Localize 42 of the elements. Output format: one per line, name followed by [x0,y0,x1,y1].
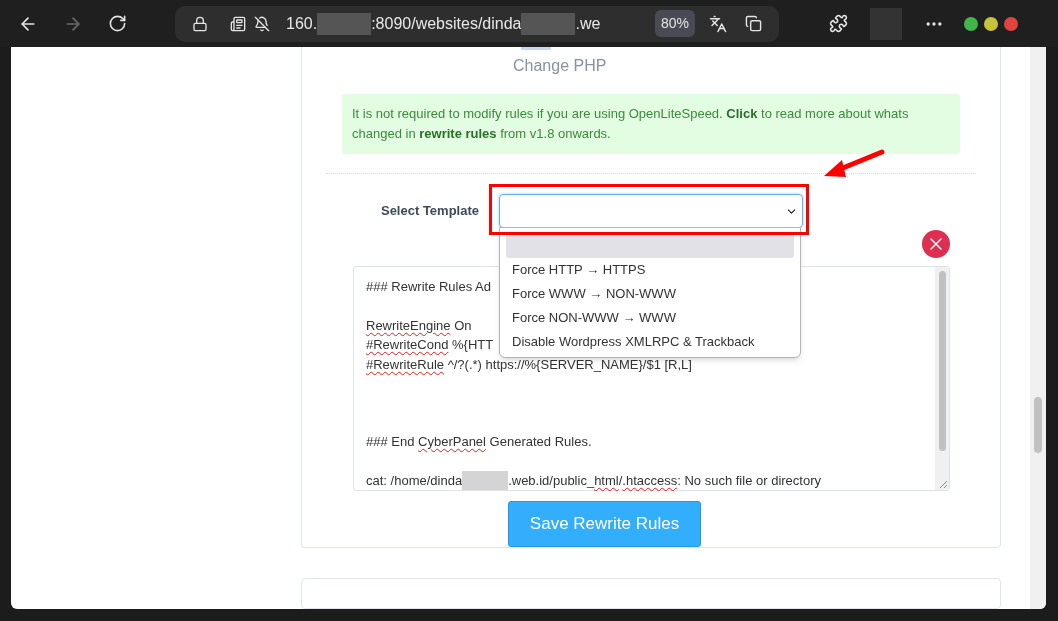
window-minimize-button[interactable] [964,16,978,31]
code-line: RewriteEngine On [366,316,472,335]
bell-off-icon[interactable] [254,15,270,32]
close-button[interactable] [922,230,950,258]
dropdown-option[interactable]: Force NON-WWW → WWW [506,306,794,330]
notice-alert: It is not required to modify rules if you are using OpenLiteSpeed. Click to read more about whats changed in rewrite rules from v1.8 onwards. [342,94,960,154]
address-bar[interactable]: 160. :8090/websites/dinda .we 80% [175,5,779,42]
dropdown-option[interactable] [506,234,794,258]
zoom-badge[interactable]: 80% [654,10,695,37]
window-close-button[interactable] [1004,16,1018,31]
code-line: #RewriteCond %{HTT [366,336,494,355]
code-text: cat: /home/dinda [366,471,463,490]
url-text: 160. [286,13,318,34]
redaction-block [521,12,576,35]
code-text: .web.id/public_ [508,471,595,490]
editor-scrollbar[interactable] [935,267,949,490]
resize-handle-icon[interactable] [938,479,948,489]
php-icon [521,47,551,50]
collections-icon[interactable] [745,15,762,32]
redaction-block [462,470,509,490]
code-text: : No such file or directory [677,471,821,490]
dropdown-option[interactable]: Disable Wordpress XMLRPC & Trackback [506,330,794,354]
page-scrollbar[interactable] [1030,47,1046,609]
reload-icon[interactable] [108,14,127,33]
lock-icon[interactable] [192,15,208,32]
url-text: .we [575,13,601,34]
dropdown-option[interactable]: Force WWW → NON-WWW [506,282,794,306]
code-text: html [594,471,619,490]
url-text: :8090/websites/dinda [371,13,522,34]
dropdown-option[interactable]: Force HTTP → HTTPS [506,258,794,282]
code-line: ### Rewrite Rules Ad [366,278,491,296]
page-scrollbar-thumb[interactable] [1034,397,1042,453]
reader-icon[interactable] [230,15,246,32]
translate-icon[interactable] [709,14,727,33]
template-label: Select Template [379,202,479,221]
code-line: #RewriteRule ^/?(.*) https://%{SERVER_NAME}/$1 [R,L] [366,355,692,374]
window-maximize-button[interactable] [984,16,998,31]
code-text: / [618,471,623,490]
redaction-block [317,12,372,35]
scrollbar-thumb[interactable] [938,271,946,451]
code-line: ### End CyberPanel Generated Rules. [366,432,592,451]
extensions-icon[interactable] [829,14,848,33]
